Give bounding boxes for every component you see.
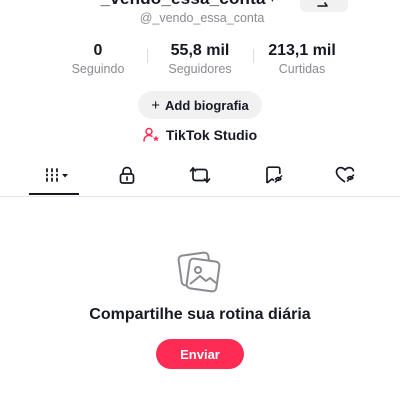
liked-icon	[335, 166, 355, 183]
tab-videos[interactable]	[30, 160, 78, 196]
followers-count: 55,8 mil	[170, 42, 230, 59]
chevron-down-icon: ▾	[270, 0, 276, 5]
tiktok-studio-label: TikTok Studio	[165, 127, 258, 143]
stat-following[interactable]: 0 Seguindo	[58, 41, 138, 77]
stat-followers[interactable]: 55,8 mil Seguidores	[150, 41, 250, 77]
videos-grid-icon	[45, 168, 68, 182]
repost-icon	[189, 167, 211, 183]
empty-state-title: Compartilhe sua rotina diária	[89, 306, 311, 323]
stats-divider	[253, 49, 254, 63]
photos-icon	[177, 251, 221, 293]
add-bio-button[interactable]: + Add biografia	[138, 91, 262, 119]
followers-label: Seguidores	[168, 62, 232, 76]
profile-username: @_vendo_essa_conta	[139, 11, 265, 25]
share-icon	[317, 2, 328, 7]
profile-stats: 0 Seguindo 55,8 mil Seguidores 213,1 mil…	[0, 41, 400, 81]
upload-button[interactable]: Enviar	[156, 339, 244, 369]
following-label: Seguindo	[71, 62, 125, 76]
tab-private[interactable]	[103, 160, 151, 196]
tab-reposts[interactable]	[176, 160, 224, 196]
add-bio-label: Add biografia	[164, 97, 249, 113]
stat-likes[interactable]: 213,1 mil Curtidas	[256, 41, 348, 77]
saved-icon	[266, 166, 283, 184]
active-tab-indicator	[29, 193, 79, 195]
lock-icon	[119, 166, 135, 184]
likes-label: Curtidas	[278, 62, 326, 76]
profile-tabs	[0, 160, 400, 196]
stats-divider	[147, 49, 148, 63]
following-count: 0	[93, 42, 103, 59]
display-name-text: _vendo_essa_conta	[101, 0, 266, 8]
tab-liked[interactable]	[322, 160, 370, 196]
tab-saved[interactable]	[250, 160, 298, 196]
likes-count: 213,1 mil	[268, 42, 336, 59]
tabs-divider	[0, 196, 400, 197]
plus-icon: +	[151, 96, 160, 114]
studio-person-icon	[143, 127, 160, 142]
tiktok-studio-link[interactable]: TikTok Studio	[0, 126, 400, 144]
